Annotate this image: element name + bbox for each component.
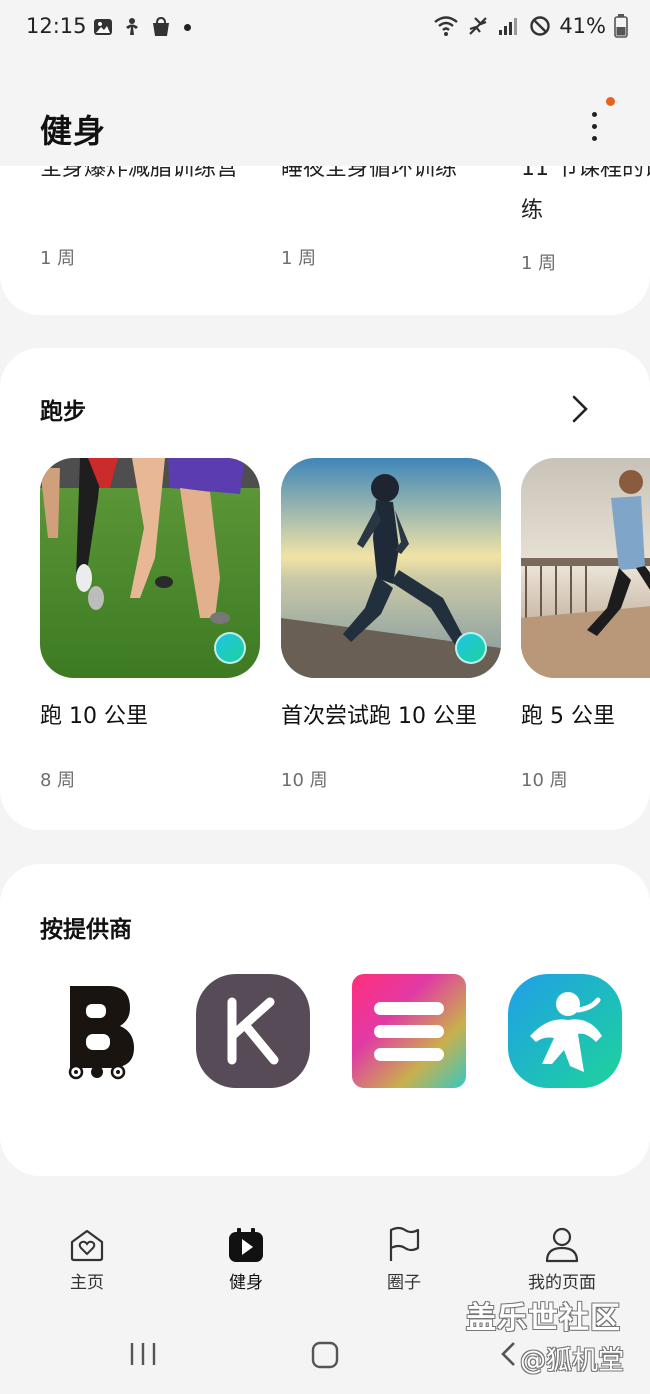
programs-section: 全身爆炸减脂训练营 1 周 睡夜全身循环训练 1 周 11 节课程的训 练 1 … bbox=[0, 166, 650, 315]
airplane-sync-icon bbox=[469, 17, 488, 35]
run-program-name[interactable]: 跑 5 公里 bbox=[521, 698, 615, 730]
status-left-icons bbox=[93, 17, 191, 37]
status-bar: 12:15 41% bbox=[0, 0, 650, 56]
back-button-icon[interactable] bbox=[498, 1341, 518, 1367]
watermark-author: @狐机堂 bbox=[520, 1346, 625, 1376]
run-program-image[interactable] bbox=[40, 458, 260, 678]
program-card[interactable]: 睡夜全身循环训练 bbox=[281, 166, 457, 204]
samsung-health-icon bbox=[126, 18, 138, 35]
battery-percent: 41% bbox=[559, 14, 606, 38]
samsung-health-badge-icon bbox=[214, 632, 246, 664]
nav-together[interactable]: 圈子 bbox=[344, 1226, 464, 1293]
shopping-bag-icon bbox=[153, 17, 169, 36]
nav-label-together: 圈子 bbox=[387, 1273, 421, 1293]
run-program-image[interactable] bbox=[521, 458, 650, 678]
run-program-name[interactable]: 首次尝试跑 10 公里 bbox=[281, 698, 477, 730]
nav-label-home: 主页 bbox=[70, 1273, 104, 1293]
status-right-icons: 41% bbox=[433, 14, 628, 38]
striped-e-logo[interactable] bbox=[352, 974, 466, 1088]
run-program-name[interactable]: 跑 10 公里 bbox=[40, 698, 148, 730]
nav-home[interactable]: 主页 bbox=[27, 1226, 147, 1293]
do-not-disturb-icon bbox=[530, 16, 551, 36]
gallery-icon bbox=[94, 19, 112, 35]
person-icon bbox=[545, 1227, 579, 1263]
section-title-providers: 按提供商 bbox=[40, 917, 132, 943]
more-vertical-icon bbox=[592, 112, 597, 117]
run-program-duration: 10 周 bbox=[521, 770, 568, 791]
status-time: 12:15 bbox=[26, 14, 87, 38]
samsung-health-logo[interactable] bbox=[508, 974, 622, 1088]
nav-label-fitness: 健身 bbox=[229, 1273, 263, 1293]
page-title: 健身 bbox=[40, 112, 107, 150]
samsung-health-badge-icon bbox=[455, 632, 487, 664]
more-options-button[interactable] bbox=[580, 108, 610, 148]
battery-icon bbox=[614, 14, 628, 38]
recent-apps-icon[interactable] bbox=[128, 1341, 158, 1367]
section-title-running: 跑步 bbox=[40, 399, 86, 425]
play-calendar-icon bbox=[229, 1228, 263, 1262]
nav-label-my-page: 我的页面 bbox=[528, 1273, 596, 1293]
home-heart-icon bbox=[70, 1229, 104, 1262]
keep-logo[interactable] bbox=[196, 974, 310, 1088]
wifi-icon bbox=[434, 16, 459, 36]
run-program-image[interactable] bbox=[281, 458, 501, 678]
nav-my-page[interactable]: 我的页面 bbox=[502, 1226, 622, 1293]
b-provider-logo[interactable] bbox=[40, 974, 154, 1088]
program-duration: 1 周 bbox=[281, 248, 317, 269]
notification-badge bbox=[606, 97, 615, 106]
run-program-duration: 10 周 bbox=[281, 770, 328, 791]
run-program-duration: 8 周 bbox=[40, 770, 76, 791]
signal-icon bbox=[499, 18, 518, 35]
program-duration: 1 周 bbox=[40, 248, 76, 269]
nav-fitness[interactable]: 健身 bbox=[186, 1226, 306, 1293]
runners-boardwalk-image bbox=[521, 458, 650, 678]
program-duration: 1 周 bbox=[521, 253, 557, 274]
running-section: 跑步 跑 10 公里 8 周 首次尝试跑 10 公里 10 周 跑 5 公里 1… bbox=[0, 348, 650, 830]
home-button-icon[interactable] bbox=[310, 1340, 340, 1370]
providers-section: 按提供商 bbox=[0, 864, 650, 1176]
program-card[interactable]: 全身爆炸减脂训练营 bbox=[40, 166, 238, 204]
program-card[interactable]: 11 节课程的训 练 bbox=[521, 166, 650, 228]
chevron-right-icon[interactable] bbox=[568, 394, 592, 424]
flag-icon bbox=[389, 1226, 420, 1261]
notification-dot bbox=[184, 23, 191, 31]
watermark-title: 盖乐世社区 bbox=[466, 1301, 621, 1336]
